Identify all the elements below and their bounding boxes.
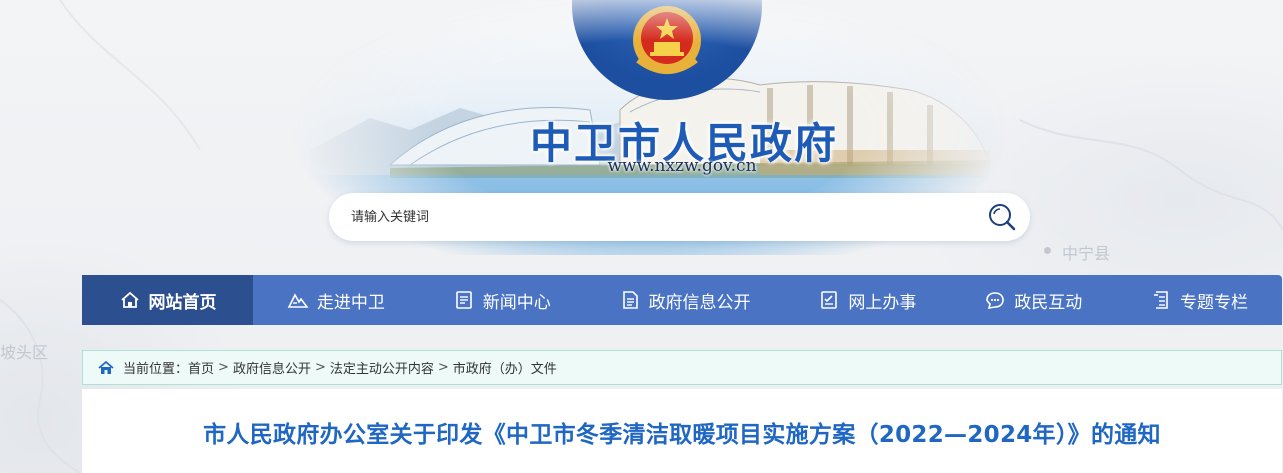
nav-item-label: 新闻中心: [482, 292, 551, 313]
nav-item-gov-info[interactable]: 政府信息公开: [585, 275, 785, 325]
column-icon: [1154, 291, 1168, 309]
breadcrumb-separator: >: [437, 360, 449, 375]
nav-item-label: 政民互动: [1014, 292, 1083, 313]
home-icon: [98, 360, 114, 374]
nav-item-home[interactable]: 网站首页: [82, 275, 253, 325]
breadcrumb-separator: >: [314, 360, 326, 375]
breadcrumb-prefix: 当前位置：: [123, 362, 189, 377]
article-area: 市人民政府办公室关于印发《中卫市冬季清洁取暖项目实施方案（2022—2024年）…: [82, 389, 1282, 473]
search-icon[interactable]: [986, 201, 1018, 233]
main-nav: 网站首页 走进中卫 新闻中心 政府信息公开 网上办事 政民互动 专题专栏: [82, 275, 1282, 325]
breadcrumb-link-gov-info[interactable]: 政府信息公开: [233, 358, 311, 377]
nav-item-label: 政府信息公开: [648, 292, 751, 313]
breadcrumb-link-municipal-docs[interactable]: 市政府（办）文件: [453, 358, 557, 377]
site-url: www.nxzw.gov.cn: [607, 156, 757, 176]
search-input[interactable]: [351, 205, 951, 229]
chat-icon: [986, 292, 1005, 309]
nav-item-interaction[interactable]: 政民互动: [950, 275, 1116, 325]
checklist-icon: [821, 291, 838, 309]
nav-item-label: 走进中卫: [316, 292, 385, 313]
breadcrumb-separator: >: [218, 360, 229, 375]
nav-item-news[interactable]: 新闻中心: [419, 275, 585, 325]
home-icon: [120, 291, 139, 308]
nav-item-about[interactable]: 走进中卫: [253, 275, 419, 325]
nav-item-label: 网站首页: [148, 292, 217, 313]
map-label-zhongning: 中宁县: [1043, 240, 1110, 264]
map-label-potou: 坡头区: [0, 343, 49, 362]
mountain-icon: [287, 293, 309, 308]
news-icon: [455, 291, 472, 309]
document-icon: [622, 291, 638, 309]
article-title: 市人民政府办公室关于印发《中卫市冬季清洁取暖项目实施方案（2022—2024年）…: [203, 422, 1161, 448]
nav-item-label: 网上办事: [848, 292, 917, 313]
nav-item-special-topics[interactable]: 专题专栏: [1116, 275, 1282, 325]
nav-item-label: 专题专栏: [1180, 292, 1249, 313]
search-bar: [329, 193, 1030, 241]
national-emblem-icon: [633, 6, 701, 74]
breadcrumb: 当前位置： 首页 > 政府信息公开 > 法定主动公开内容 > 市政府（办）文件: [82, 350, 1282, 385]
breadcrumb-link-home[interactable]: 首页: [188, 358, 214, 377]
nav-item-online-services[interactable]: 网上办事: [784, 275, 950, 325]
breadcrumb-link-legal-disclosure[interactable]: 法定主动公开内容: [330, 358, 434, 377]
